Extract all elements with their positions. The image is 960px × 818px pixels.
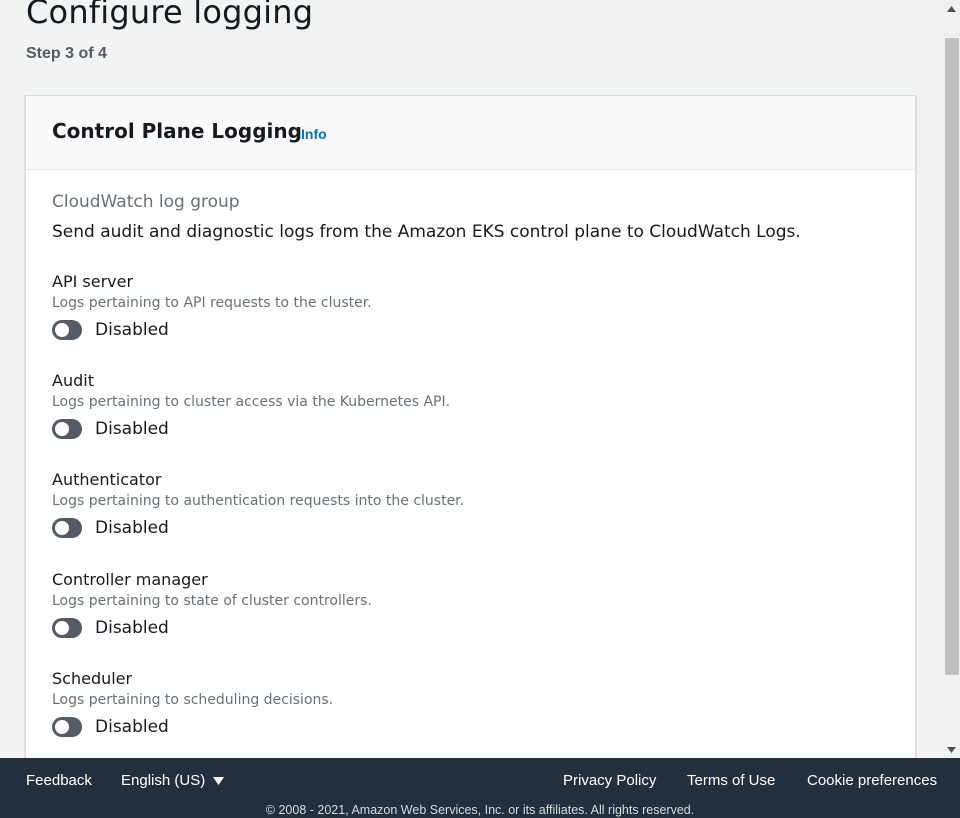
toggle-state-label: Disabled [95,320,169,340]
control-plane-logging-panel: Control Plane Logging Info CloudWatch lo… [25,95,916,758]
log-item-title: Authenticator [52,470,162,489]
vertical-scrollbar[interactable] [943,0,960,758]
log-item-api-server: API server Logs pertaining to API reques… [52,272,872,340]
caret-down-icon [213,774,225,788]
log-item-description: Logs pertaining to state of cluster cont… [52,593,372,609]
toggle-state-label: Disabled [95,419,169,439]
feedback-link[interactable]: Feedback [26,772,92,789]
toggle-knob [55,621,69,635]
log-item-description: Logs pertaining to authentication reques… [52,493,465,509]
controller-manager-toggle-row[interactable]: Disabled [52,618,872,638]
scheduler-toggle-row[interactable]: Disabled [52,717,872,737]
audit-toggle[interactable] [52,419,82,439]
log-item-audit: Audit Logs pertaining to cluster access … [52,371,872,439]
audit-toggle-row[interactable]: Disabled [52,419,872,439]
language-selector[interactable]: English (US) [121,772,225,789]
page-header: Configure logging Step 3 of 4 [26,0,314,62]
log-item-title: Scheduler [52,669,133,688]
console-footer: Feedback English (US) Privacy Policy Ter… [0,758,960,818]
language-label: English (US) [121,772,206,789]
copyright-text: © 2008 - 2021, Amazon Web Services, Inc.… [265,803,695,817]
controller-manager-toggle[interactable] [52,618,82,638]
page-title: Configure logging [26,0,314,31]
log-item-description: Logs pertaining to scheduling decisions. [52,692,334,708]
authenticator-toggle-row[interactable]: Disabled [52,518,872,538]
toggle-knob [55,521,69,535]
api-server-toggle-row[interactable]: Disabled [52,320,872,340]
terms-of-use-link[interactable]: Terms of Use [687,772,775,789]
toggle-knob [55,720,69,734]
scroll-up-arrow-icon[interactable] [943,0,960,17]
cloudwatch-group-description: Send audit and diagnostic logs from the … [52,222,801,242]
panel-header: Control Plane Logging Info [26,96,915,170]
toggle-state-label: Disabled [95,717,169,737]
log-item-description: Logs pertaining to API requests to the c… [52,295,372,311]
privacy-policy-link[interactable]: Privacy Policy [563,772,656,789]
step-indicator: Step 3 of 4 [26,45,107,62]
api-server-toggle[interactable] [52,320,82,340]
toggle-state-label: Disabled [95,518,169,538]
main-content: Configure logging Step 3 of 4 Control Pl… [0,0,960,758]
cloudwatch-group-label: CloudWatch log group [52,192,240,212]
scheduler-toggle[interactable] [52,717,82,737]
log-item-scheduler: Scheduler Logs pertaining to scheduling … [52,669,872,737]
log-item-title: API server [52,272,134,291]
log-item-title: Controller manager [52,570,208,589]
toggle-knob [55,323,69,337]
info-link[interactable]: Info [301,126,327,142]
authenticator-toggle[interactable] [52,518,82,538]
log-item-controller-manager: Controller manager Logs pertaining to st… [52,570,872,638]
log-item-description: Logs pertaining to cluster access via th… [52,394,451,410]
log-item-title: Audit [52,371,94,390]
panel-title: Control Plane Logging [52,119,302,143]
scroll-down-arrow-icon[interactable] [943,741,960,758]
scrollbar-thumb[interactable] [945,38,959,675]
toggle-state-label: Disabled [95,618,169,638]
log-item-authenticator: Authenticator Logs pertaining to authent… [52,470,872,538]
cookie-preferences-link[interactable]: Cookie preferences [807,772,937,789]
toggle-knob [55,422,69,436]
